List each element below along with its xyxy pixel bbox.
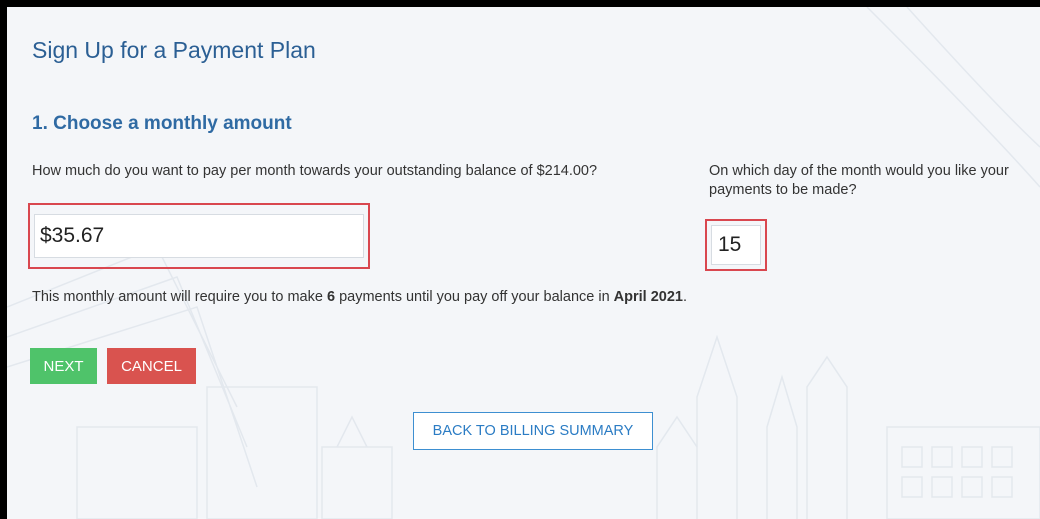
monthly-amount-input[interactable] bbox=[34, 214, 364, 258]
page-frame: Sign Up for a Payment Plan 1. Choose a m… bbox=[7, 7, 1040, 519]
payment-day-question: On which day of the month would you like… bbox=[709, 163, 1009, 198]
cancel-button[interactable]: CANCEL bbox=[107, 348, 196, 384]
amount-question-mark: ? bbox=[589, 163, 598, 179]
summary-suffix: . bbox=[683, 289, 688, 305]
step-title: 1. Choose a monthly amount bbox=[32, 113, 292, 134]
amount-question-text: How much do you want to pay per month to… bbox=[32, 163, 537, 179]
amount-question: How much do you want to pay per month to… bbox=[32, 162, 672, 181]
payoff-date: April 2021 bbox=[613, 289, 683, 305]
summary-middle: payments until you pay off your balance … bbox=[335, 289, 614, 305]
summary-prefix: This monthly amount will require you to … bbox=[32, 289, 327, 305]
page-title: Sign Up for a Payment Plan bbox=[32, 37, 316, 63]
next-button[interactable]: NEXT bbox=[30, 348, 97, 384]
payment-summary: This monthly amount will require you to … bbox=[32, 289, 687, 305]
payment-day-input[interactable] bbox=[711, 225, 761, 265]
back-to-billing-summary-button[interactable]: BACK TO BILLING SUMMARY bbox=[413, 412, 653, 450]
payments-count: 6 bbox=[326, 289, 336, 305]
outstanding-balance: $214.00 bbox=[536, 163, 589, 179]
